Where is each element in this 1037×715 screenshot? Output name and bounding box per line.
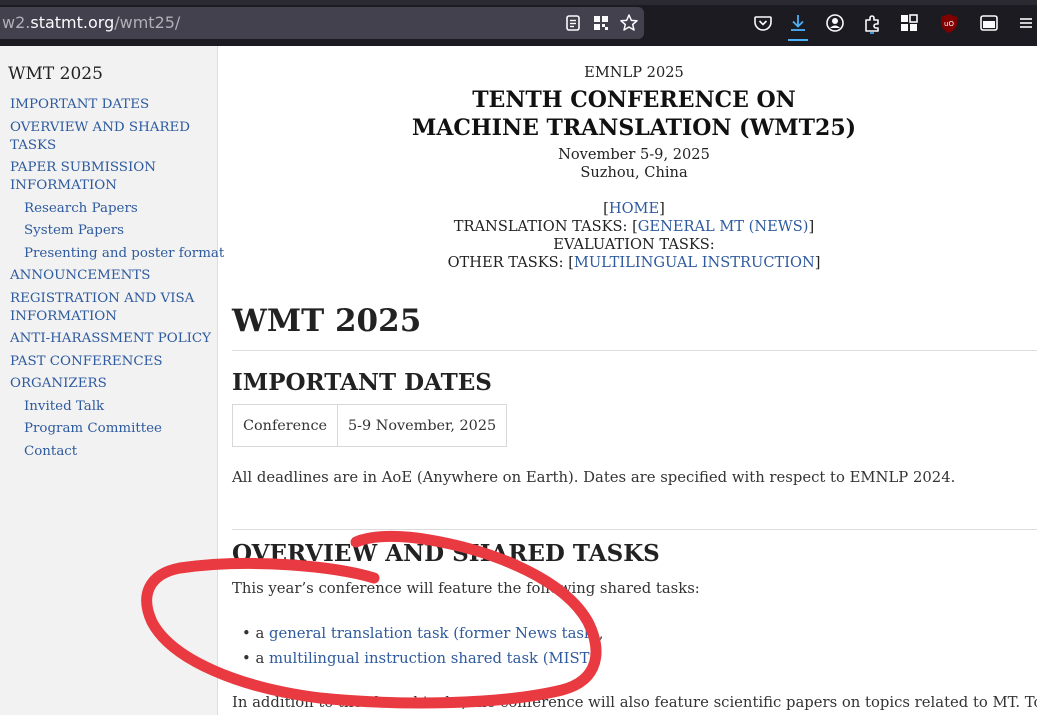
reader-view-icon[interactable]	[563, 13, 583, 33]
url-prefix: w2.	[2, 13, 31, 32]
qr-code-icon[interactable]	[591, 13, 611, 33]
page-title: WMT 2025	[232, 303, 422, 339]
conference-title-line2: MACHINE TRANSLATION (WMT25)	[411, 115, 857, 141]
home-nav: [HOME]	[603, 200, 665, 217]
url-text[interactable]: w2.statmt.org/wmt25/	[2, 13, 180, 32]
table-cell-event: Conference	[231, 404, 339, 447]
sidebar-item-paper-submission[interactable]: PAPER SUBMISSION	[10, 159, 156, 177]
address-bar[interactable]: w2.statmt.org/wmt25/	[0, 7, 644, 39]
sidebar-item-registration-cont[interactable]: INFORMATION	[10, 308, 117, 326]
list-item: • a multilingual instruction shared task…	[242, 650, 600, 667]
sidebar-item-paper-submission-cont[interactable]: INFORMATION	[10, 177, 117, 195]
bookmark-star-icon[interactable]	[619, 13, 639, 33]
general-mt-link[interactable]: GENERAL MT (NEWS)	[638, 218, 809, 235]
mist-task-link[interactable]: multilingual instruction shared task (MI…	[269, 650, 595, 667]
menu-icon[interactable]	[1015, 12, 1037, 34]
multilingual-instruction-link[interactable]: MULTILINGUAL INSTRUCTION	[574, 254, 815, 271]
bullet: •	[242, 650, 251, 667]
ublock-icon[interactable]: uO	[938, 12, 960, 34]
conference-location: Suzhou, China	[580, 164, 688, 181]
bullet: •	[242, 625, 251, 642]
download-progress	[788, 39, 808, 41]
sidebar-item-anti-harassment[interactable]: ANTI-HARASSMENT POLICY	[10, 330, 211, 348]
section-divider	[232, 529, 1037, 530]
sidebar-title: WMT 2025	[8, 64, 103, 84]
extensions-icon[interactable]	[861, 12, 883, 34]
url-host: statmt.org	[30, 13, 115, 32]
deadline-note: All deadlines are in AoE (Anywhere on Ea…	[232, 469, 956, 486]
url-path: /wmt25/	[114, 13, 181, 32]
pocket-icon[interactable]	[752, 12, 774, 34]
tab-strip-edge	[0, 0, 1037, 5]
evaluation-tasks-nav: EVALUATION TASKS:	[553, 236, 715, 253]
translation-tasks-nav: TRANSLATION TASKS: [GENERAL MT (NEWS)]	[453, 218, 815, 235]
sidebar-item-announcements[interactable]: ANNOUNCEMENTS	[10, 267, 150, 285]
sidebar-item-overview[interactable]: OVERVIEW AND SHARED	[10, 119, 190, 137]
overview-intro: This year’s conference will feature the …	[232, 580, 700, 597]
general-translation-task-link[interactable]: general translation task (former News ta…	[269, 625, 599, 642]
ublock-badge-text: uO	[944, 20, 954, 28]
sidebar-item-important-dates[interactable]: IMPORTANT DATES	[10, 96, 149, 114]
sidebar-item-research-papers[interactable]: Research Papers	[24, 200, 138, 218]
table-row: Conference 5-9 November, 2025	[231, 404, 508, 447]
additional-paragraph: In addition to the shared tasks, the con…	[232, 694, 1037, 711]
important-dates-table: Conference 5-9 November, 2025	[231, 404, 508, 447]
list-item: • a general translation task (former New…	[242, 625, 604, 642]
overview-heading: OVERVIEW AND SHARED TASKS	[232, 540, 660, 567]
account-icon[interactable]	[824, 12, 846, 34]
conference-dates: November 5-9, 2025	[558, 146, 710, 163]
browser-toolbar: w2.statmt.org/wmt25/ uO	[0, 0, 1037, 46]
sidebar-item-organizers[interactable]: ORGANIZERS	[10, 375, 107, 393]
sidebar-item-invited-talk[interactable]: Invited Talk	[24, 398, 104, 416]
other-tasks-nav: OTHER TASKS: [MULTILINGUAL INSTRUCTION]	[447, 254, 821, 271]
sidebar-item-contact[interactable]: Contact	[24, 443, 77, 461]
sidebar-item-overview-cont[interactable]: TASKS	[10, 137, 56, 155]
sidebar-item-system-papers[interactable]: System Papers	[24, 222, 124, 240]
sidebar-item-program-committee[interactable]: Program Committee	[24, 420, 162, 438]
download-icon[interactable]	[787, 12, 809, 34]
shared-tasks-list: • a general translation task (former New…	[242, 621, 603, 671]
main-content: EMNLP 2025 TENTH CONFERENCE ON MACHINE T…	[218, 46, 1037, 715]
addons-icon[interactable]	[898, 12, 920, 34]
conference-title-line1: TENTH CONFERENCE ON	[472, 87, 796, 113]
sidebar-item-presenting-format[interactable]: Presenting and poster format	[24, 245, 224, 263]
sidebar-icon[interactable]	[978, 12, 1000, 34]
important-dates-heading: IMPORTANT DATES	[232, 369, 492, 396]
venue-line: EMNLP 2025	[584, 64, 684, 81]
table-cell-date: 5-9 November, 2025	[337, 404, 508, 447]
sidebar-item-registration[interactable]: REGISTRATION AND VISA	[10, 290, 194, 308]
home-link[interactable]: HOME	[609, 200, 659, 217]
sidebar-nav: WMT 2025 IMPORTANT DATES OVERVIEW AND SH…	[0, 46, 224, 715]
sidebar-item-past-conferences[interactable]: PAST CONFERENCES	[10, 353, 163, 371]
title-divider	[232, 350, 1037, 351]
